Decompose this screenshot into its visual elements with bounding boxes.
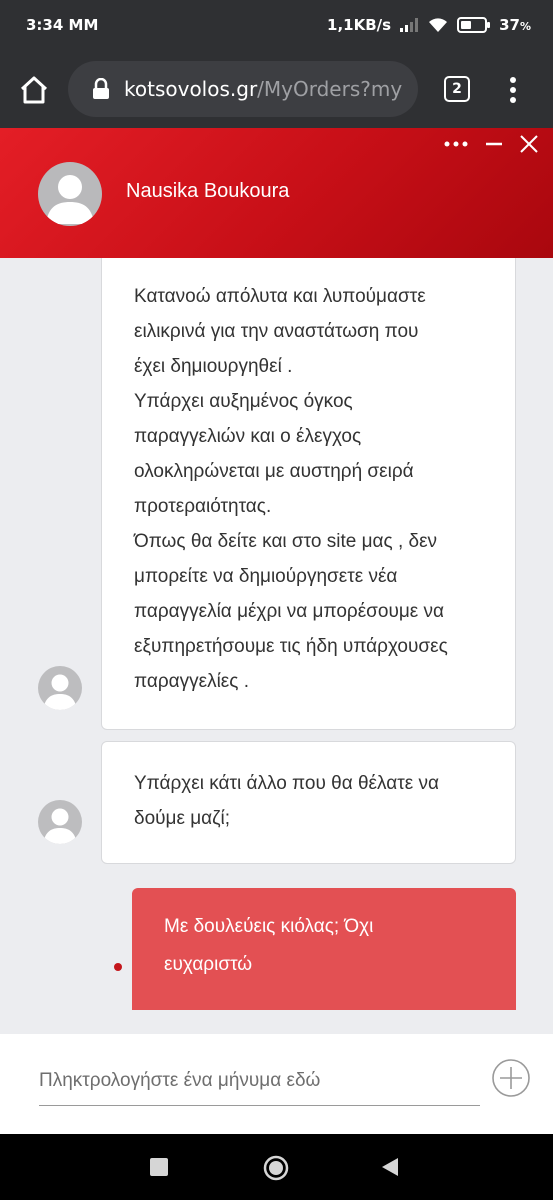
agent-avatar-small	[38, 800, 82, 844]
status-bar: 3:34 MM 1,1KB/s 37%	[0, 0, 553, 50]
lock-icon	[93, 78, 109, 99]
agent-message: Υπάρχει κάτι άλλο που θα θέλατε να δούμε…	[101, 741, 516, 864]
home-icon[interactable]	[18, 74, 50, 106]
tab-switcher-button[interactable]: 2	[444, 76, 470, 102]
battery-percent: 37%	[499, 16, 531, 34]
message-composer	[0, 1034, 553, 1134]
user-message: Με δουλεύεις κιόλας; Όχι ευχαριστώ	[132, 888, 516, 1010]
user-silhouette-icon	[43, 674, 77, 710]
chat-messages[interactable]: Κατανοώ απόλυτα και λυπούμαστε ειλικρινά…	[0, 258, 553, 1034]
message-line: δούμε μαζί;	[134, 808, 231, 829]
message-line: ευχαριστώ	[164, 954, 253, 975]
message-line: Υπάρχει κάτι άλλο που θα θέλατε να	[134, 773, 439, 794]
message-line: προτεραιότητας.	[134, 496, 272, 517]
chat-header: Nausika Boukoura	[0, 128, 553, 258]
message-line: μπορείτε να δημιούργησετε νέα	[134, 566, 398, 587]
network-speed: 1,1KB/s	[327, 16, 392, 34]
agent-avatar	[38, 162, 102, 226]
agent-avatar-small	[38, 666, 82, 710]
message-line: Όπως θα δείτε και στο site μας , δεν	[134, 531, 438, 552]
message-line: Κατανοώ απόλυτα και λυπούμαστε	[134, 286, 426, 307]
close-icon[interactable]	[519, 134, 539, 154]
message-line: παραγγελία μέχρι να μπορέσουμε να	[134, 601, 445, 622]
more-vert-icon[interactable]	[503, 74, 523, 106]
browser-toolbar: kotsovolos.gr/MyOrders?my 2	[0, 50, 553, 128]
tab-count: 2	[452, 81, 462, 97]
message-line: παραγγελιών και ο έλεγχος	[134, 426, 362, 447]
agent-message: Κατανοώ απόλυτα και λυπούμαστε ειλικρινά…	[101, 258, 516, 730]
status-indicators: 1,1KB/s 37%	[327, 16, 531, 34]
user-silhouette-icon	[43, 808, 77, 844]
address-bar[interactable]: kotsovolos.gr/MyOrders?my	[68, 61, 418, 117]
message-line: ειλικρινά για την αναστάτωση που	[134, 321, 419, 342]
message-line: εξυπηρετήσουμε τις ήδη υπάρχουσες	[134, 636, 448, 657]
more-horiz-icon[interactable]	[443, 140, 469, 148]
signal-icon	[400, 18, 419, 32]
message-line: έχει δημιουργηθεί .	[134, 356, 293, 377]
message-line: Με δουλεύεις κιόλας; Όχι	[164, 916, 374, 937]
home-circle-icon[interactable]	[263, 1155, 289, 1181]
chat-window-controls	[443, 134, 539, 154]
recents-square-icon[interactable]	[150, 1158, 168, 1176]
user-silhouette-icon	[46, 175, 94, 224]
message-status-dot	[114, 963, 122, 971]
message-line: Υπάρχει αυξημένος όγκος	[134, 391, 353, 412]
message-line: ολοκληρώνεται με αυστηρή σειρά	[134, 461, 414, 482]
minimize-icon[interactable]	[485, 135, 503, 153]
add-circle-icon[interactable]	[491, 1058, 531, 1098]
status-time: 3:34 MM	[26, 16, 99, 34]
system-navigation-bar	[0, 1134, 553, 1200]
message-input[interactable]	[39, 1056, 480, 1106]
wifi-icon	[429, 18, 448, 32]
url-host: kotsovolos.gr	[124, 77, 258, 101]
agent-name: Nausika Boukoura	[126, 180, 290, 202]
back-triangle-icon[interactable]	[380, 1156, 400, 1178]
battery-icon	[457, 17, 491, 33]
url-path: /MyOrders?my	[257, 77, 403, 101]
message-line: παραγγελίες .	[134, 671, 249, 692]
